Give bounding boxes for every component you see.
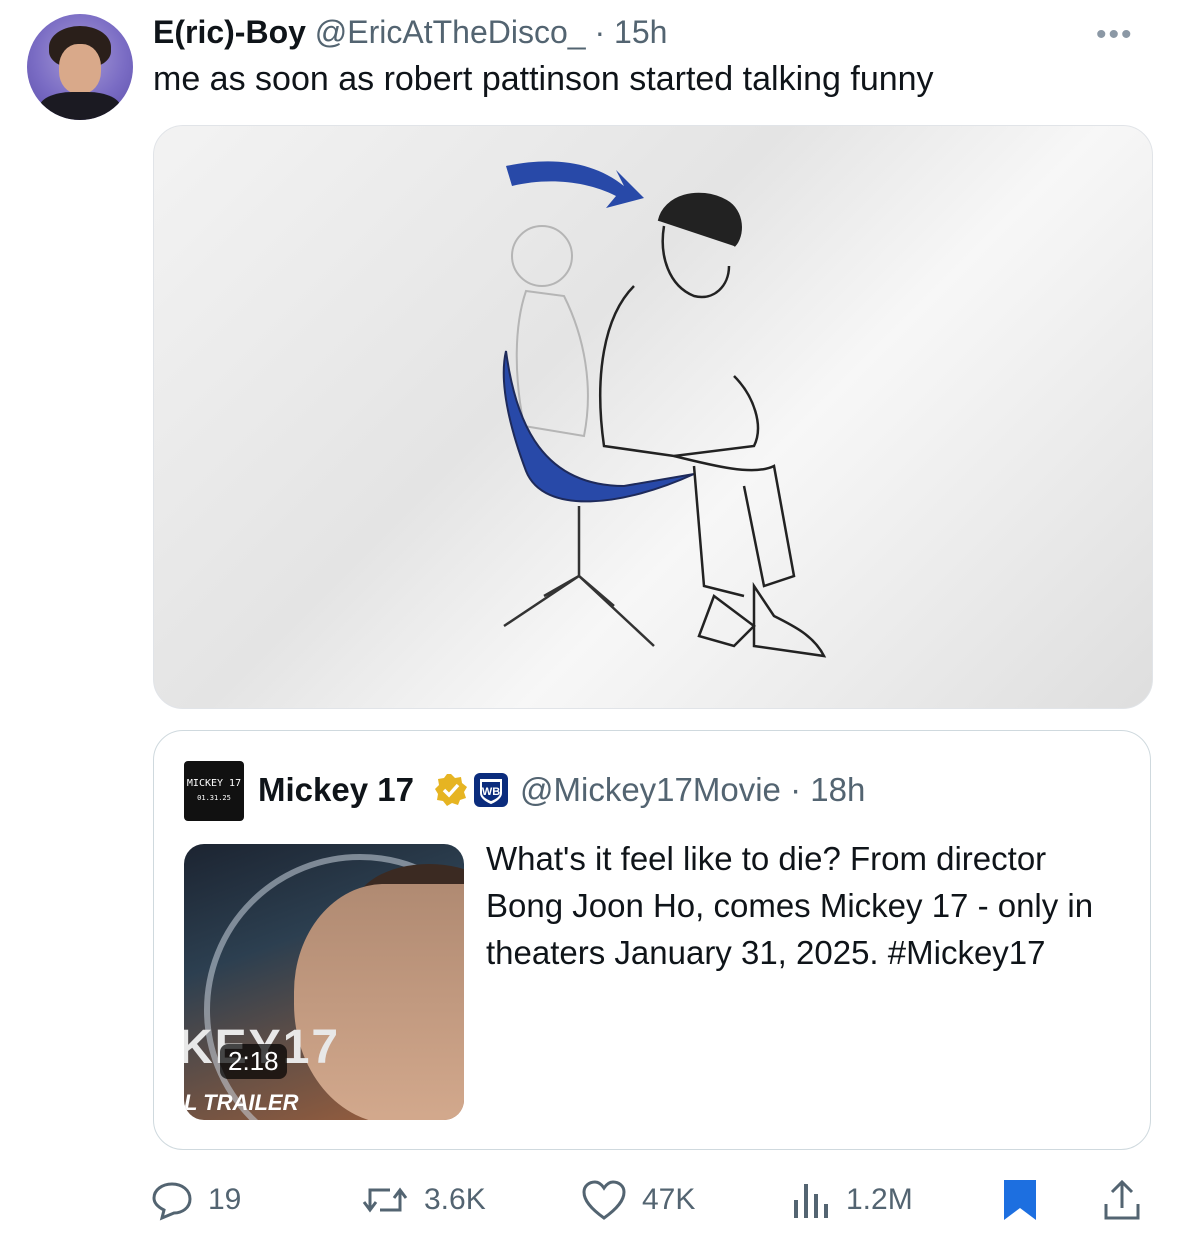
ghost-figure: [511, 225, 589, 438]
quoted-tweet-text: What's it feel like to die? From directo…: [486, 840, 1094, 971]
quoted-tweet[interactable]: MICKEY 17 01.31.25 Mickey 17 WB @Mickey1…: [153, 730, 1151, 1150]
like-count: 47K: [642, 1183, 696, 1216]
bookmark-icon: [1004, 1180, 1036, 1220]
views-button[interactable]: 1.2M: [788, 1178, 913, 1222]
share-icon: [1104, 1179, 1140, 1220]
repost-count: 3.6K: [424, 1183, 486, 1216]
more-options-icon[interactable]: •••: [1096, 18, 1134, 52]
arrow-icon: [506, 161, 644, 208]
verified-badge-icon: [435, 774, 467, 806]
thumb-face: [294, 884, 464, 1120]
author-name[interactable]: E(ric)-Boy: [153, 14, 306, 50]
quoted-author-name[interactable]: Mickey 17: [258, 771, 414, 809]
tweet-header: E(ric)-Boy @EricAtTheDisco_ · 15h: [153, 14, 667, 51]
tweet-time[interactable]: · 15h: [594, 14, 667, 50]
main-figure: [599, 192, 827, 658]
repost-icon: [362, 1187, 408, 1213]
mickey17-avatar[interactable]: MICKEY 17 01.31.25: [184, 761, 244, 821]
like-button[interactable]: 47K: [580, 1178, 695, 1222]
quoted-video-thumbnail[interactable]: KEY17 2:18 L TRAILER: [184, 844, 464, 1120]
author-avatar[interactable]: [27, 14, 133, 120]
sketch-illustration: [502, 161, 827, 658]
avatar-face: [59, 44, 101, 94]
reply-button[interactable]: 19: [150, 1178, 241, 1222]
chair-base: [503, 506, 655, 647]
mickey17-avatar-date: 01.31.25: [197, 794, 231, 802]
svg-text:WB: WB: [482, 786, 500, 798]
share-button[interactable]: [1100, 1178, 1158, 1222]
heart-icon: [582, 1180, 626, 1220]
author-handle[interactable]: @EricAtTheDisco_: [315, 14, 586, 50]
quoted-author-handle[interactable]: @Mickey17Movie · 18h: [520, 771, 865, 809]
avatar-shirt: [39, 92, 121, 120]
reply-icon: [152, 1182, 192, 1221]
chair-seat: [502, 350, 695, 503]
views-count: 1.2M: [846, 1183, 913, 1216]
repost-button[interactable]: 3.6K: [360, 1178, 486, 1222]
tweet-text: me as soon as robert pattinson started t…: [153, 60, 934, 98]
tweet-media-image[interactable]: [153, 125, 1153, 709]
reply-count: 19: [208, 1183, 242, 1216]
wb-affiliate-icon[interactable]: WB: [474, 773, 508, 807]
tweet-actions-bar: 19 3.6K 47K 1.2M: [0, 1160, 1179, 1230]
video-duration-badge: 2:18: [220, 1044, 287, 1079]
views-icon: [794, 1184, 828, 1218]
bookmark-button[interactable]: [1002, 1178, 1052, 1222]
mickey17-avatar-title: MICKEY 17: [186, 778, 242, 789]
thumb-caption: L TRAILER: [184, 1090, 299, 1115]
